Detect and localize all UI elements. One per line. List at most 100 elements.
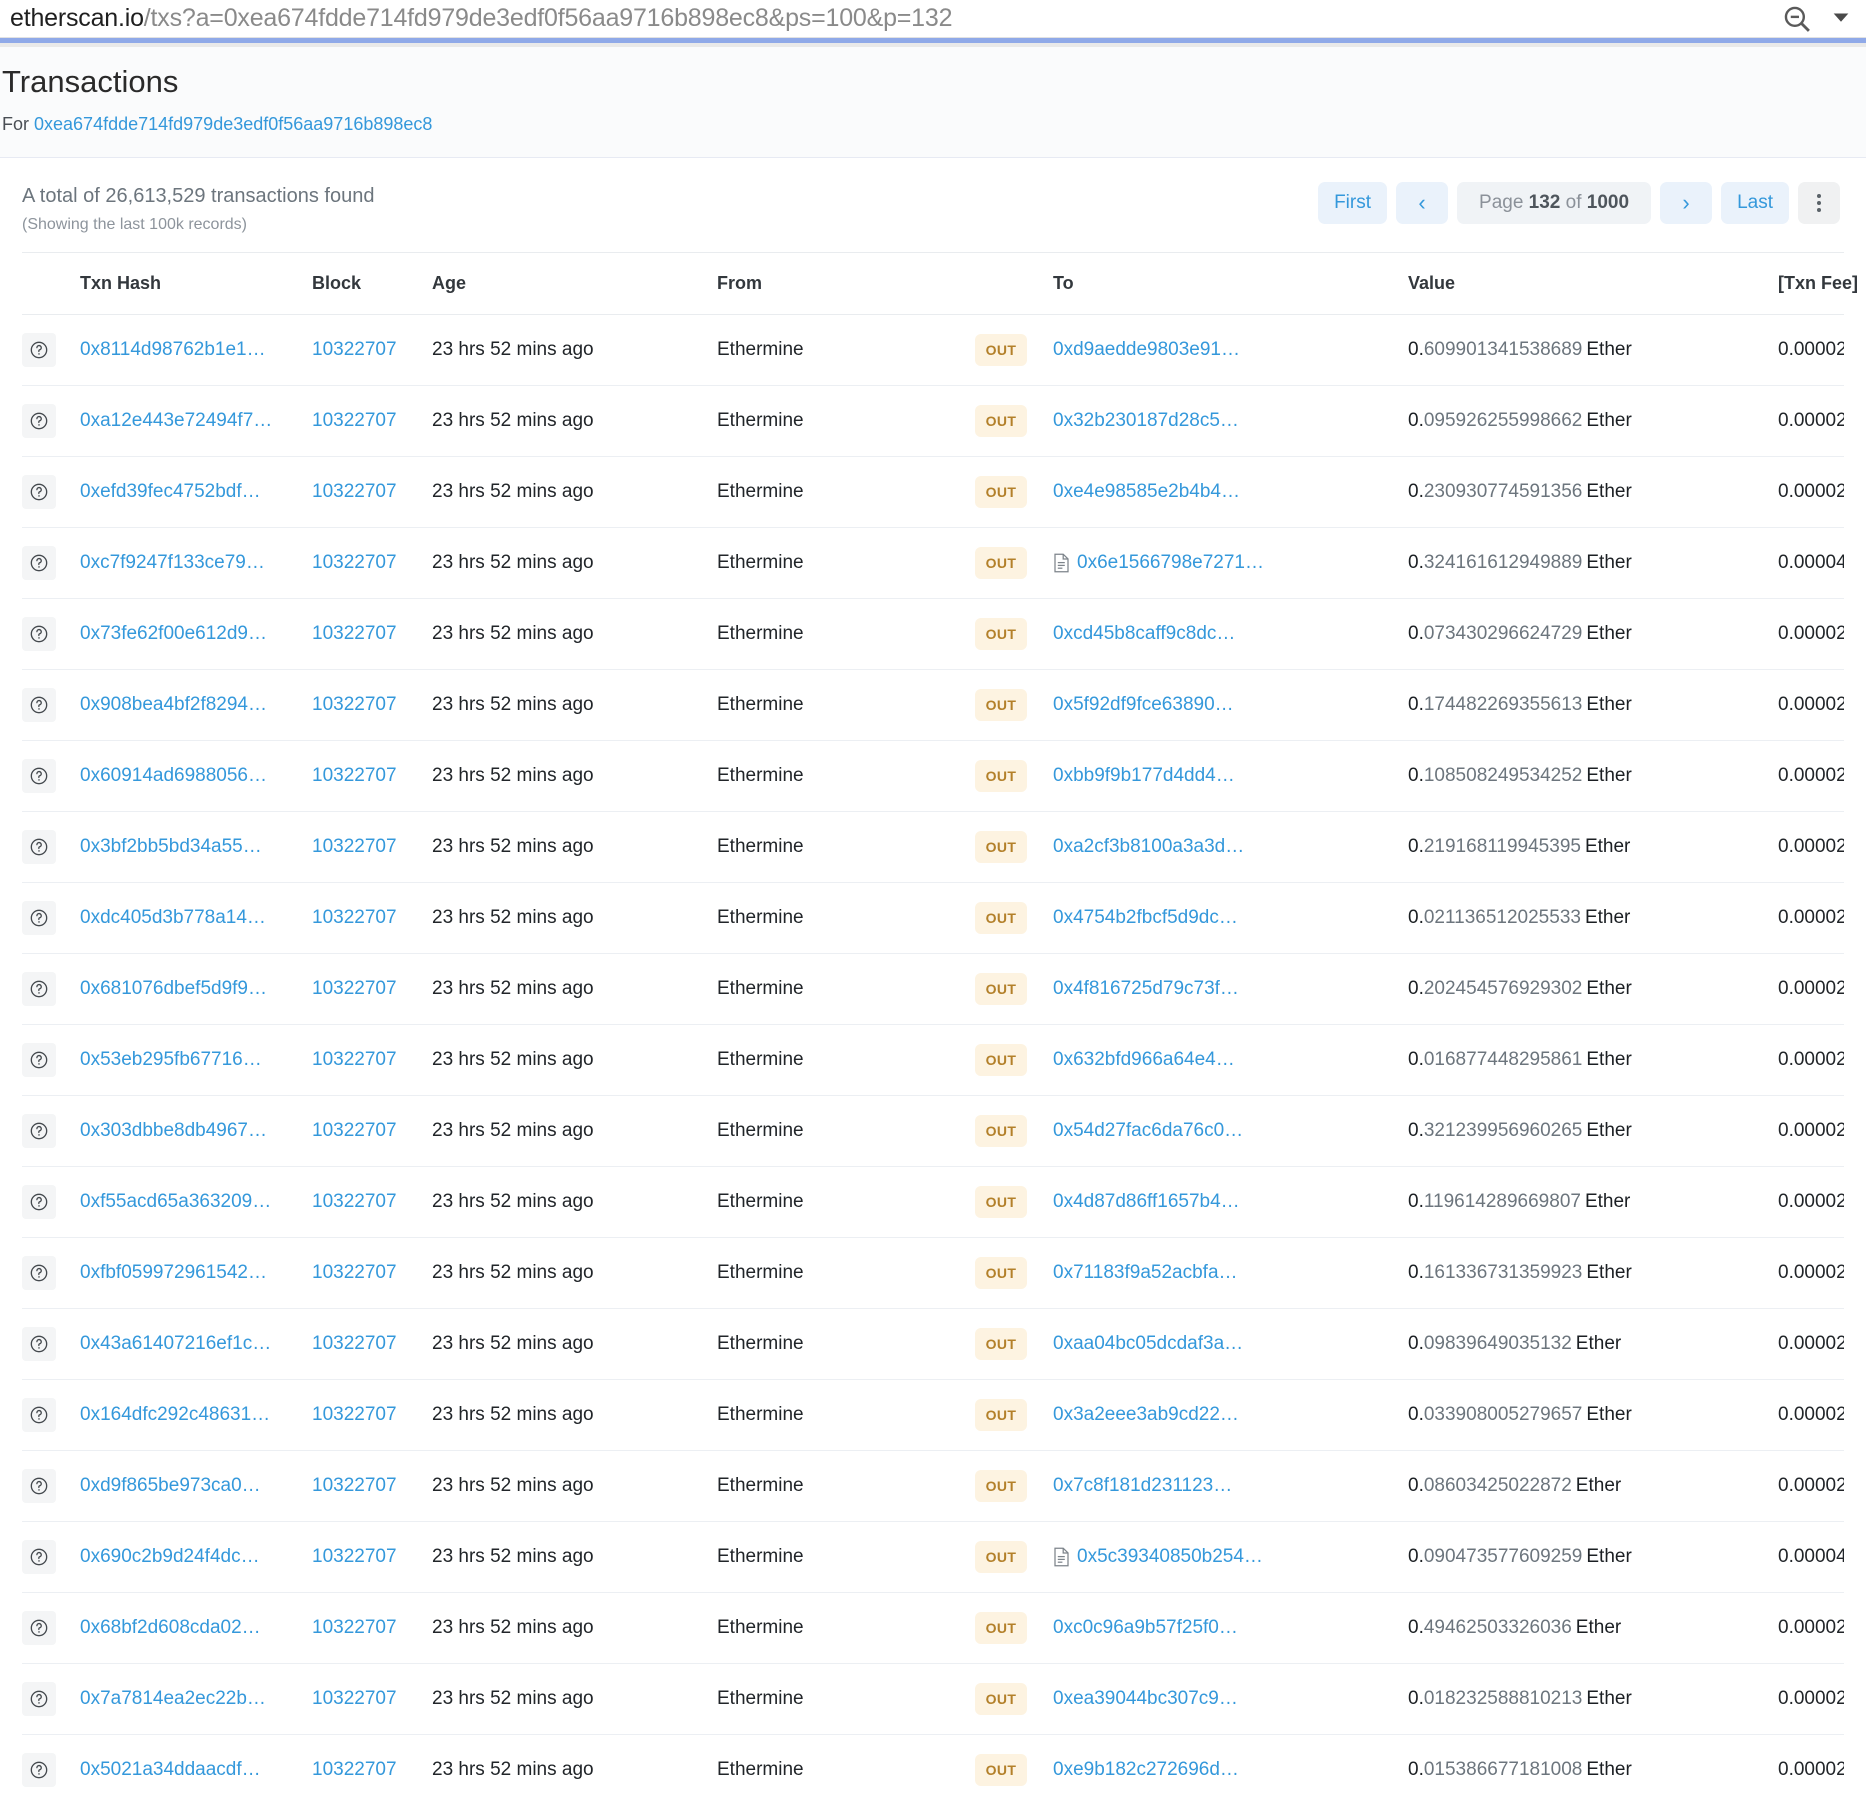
block-link[interactable]: 10322707	[312, 1546, 397, 1567]
info-icon[interactable]	[22, 616, 56, 651]
pagination-menu-button[interactable]	[1798, 181, 1840, 224]
info-icon[interactable]	[22, 403, 56, 438]
txn-hash-link[interactable]: 0x690c2b9d24f4dc…	[80, 1546, 260, 1567]
to-address-link[interactable]: 0x5c39340850b254…	[1077, 1546, 1263, 1568]
to-address-link[interactable]: 0xe4e98585e2b4b4…	[1053, 481, 1240, 503]
info-icon[interactable]	[22, 1681, 56, 1716]
to-address-link[interactable]: 0xc0c96a9b57f25f0…	[1053, 1617, 1238, 1639]
to-address-link[interactable]: 0x32b230187d28c5…	[1053, 410, 1239, 432]
block-link[interactable]: 10322707	[312, 623, 397, 644]
block-link[interactable]: 10322707	[312, 1262, 397, 1283]
to-address-link[interactable]: 0x5f92df9fce63890…	[1053, 694, 1234, 716]
txn-hash-link[interactable]: 0x73fe62f00e612d9…	[80, 623, 267, 644]
pagination-prev-button[interactable]: ‹	[1396, 181, 1449, 224]
block-link[interactable]: 10322707	[312, 410, 397, 431]
to-address-link[interactable]: 0x7c8f181d231123…	[1053, 1475, 1232, 1497]
row-txn-hash-cell: 0x681076dbef5d9f9…	[80, 953, 312, 1025]
block-link[interactable]: 10322707	[312, 1759, 397, 1780]
for-label: For	[2, 113, 29, 134]
pagination-last-button[interactable]: Last	[1721, 181, 1789, 224]
txn-hash-link[interactable]: 0xd9f865be973ca0…	[80, 1475, 261, 1496]
txn-hash-link[interactable]: 0x164dfc292c48631…	[80, 1404, 270, 1425]
to-address-link[interactable]: 0x54d27fac6da76c0…	[1053, 1120, 1243, 1142]
to-address-link[interactable]: 0x3a2eee3ab9cd22…	[1053, 1404, 1239, 1426]
txn-hash-link[interactable]: 0x303dbbe8db4967…	[80, 1120, 267, 1141]
to-address-link[interactable]: 0xea39044bc307c9…	[1053, 1688, 1238, 1710]
txn-hash-link[interactable]: 0xdc405d3b778a14…	[80, 907, 266, 928]
to-address-link[interactable]: 0xa2cf3b8100a3a3d…	[1053, 836, 1244, 858]
info-icon[interactable]	[22, 1539, 56, 1574]
url-text[interactable]: etherscan.io/txs?a=0xea674fdde714fd979de…	[10, 6, 952, 31]
info-icon[interactable]	[22, 545, 56, 580]
block-link[interactable]: 10322707	[312, 1475, 397, 1496]
to-address-link[interactable]: 0xe9b182c272696d…	[1053, 1759, 1239, 1781]
block-link[interactable]: 10322707	[312, 978, 397, 999]
block-link[interactable]: 10322707	[312, 1333, 397, 1354]
pagination-next-button[interactable]: ›	[1660, 181, 1713, 224]
block-link[interactable]: 10322707	[312, 552, 397, 573]
txn-hash-link[interactable]: 0x8114d98762b1e1…	[80, 339, 266, 360]
info-icon[interactable]	[22, 474, 56, 509]
txn-hash-link[interactable]: 0x53eb295fb67716…	[80, 1049, 262, 1070]
txn-hash-link[interactable]: 0xfbf059972961542…	[80, 1262, 267, 1283]
txn-hash-link[interactable]: 0x681076dbef5d9f9…	[80, 978, 267, 999]
info-icon[interactable]	[22, 1042, 56, 1077]
txn-hash-link[interactable]: 0x7a7814ea2ec22b…	[80, 1688, 266, 1709]
caret-down-icon[interactable]	[1830, 5, 1852, 33]
info-icon[interactable]	[22, 971, 56, 1006]
to-address-link[interactable]: 0x6e1566798e7271…	[1077, 552, 1264, 574]
txn-hash-link[interactable]: 0x60914ad6988056…	[80, 765, 267, 786]
block-link[interactable]: 10322707	[312, 694, 397, 715]
browser-url-bar[interactable]: etherscan.io/txs?a=0xea674fdde714fd979de…	[0, 0, 1866, 38]
block-link[interactable]: 10322707	[312, 1191, 397, 1212]
txn-hash-link[interactable]: 0x43a61407216ef1c…	[80, 1333, 271, 1354]
to-address-link[interactable]: 0xcd45b8caff9c8dc…	[1053, 623, 1235, 645]
info-icon[interactable]	[22, 758, 56, 793]
to-address-link[interactable]: 0x4f816725d79c73f…	[1053, 978, 1239, 1000]
info-icon[interactable]	[22, 900, 56, 935]
block-link[interactable]: 10322707	[312, 1120, 397, 1141]
to-address-link[interactable]: 0x71183f9a52acbfa…	[1053, 1262, 1238, 1284]
block-link[interactable]: 10322707	[312, 907, 397, 928]
info-icon[interactable]	[22, 1255, 56, 1290]
info-icon[interactable]	[22, 1113, 56, 1148]
info-icon[interactable]	[22, 1397, 56, 1432]
txn-hash-link[interactable]: 0xefd39fec4752bdf…	[80, 481, 261, 502]
to-address-link[interactable]: 0xaa04bc05dcdaf3a…	[1053, 1333, 1243, 1355]
info-icon[interactable]	[22, 1468, 56, 1503]
txn-hash-link[interactable]: 0x3bf2bb5bd34a55…	[80, 836, 262, 857]
block-link[interactable]: 10322707	[312, 1617, 397, 1638]
info-icon[interactable]	[22, 1326, 56, 1361]
th-age[interactable]: Age	[432, 251, 717, 315]
total-transactions-text: A total of 26,613,529 transactions found	[22, 184, 375, 207]
info-icon[interactable]	[22, 687, 56, 722]
page-header: Transactions For 0xea674fdde714fd979de3e…	[0, 47, 1866, 158]
value-unit: Ether	[1586, 409, 1632, 431]
info-icon[interactable]	[22, 1752, 56, 1787]
block-link[interactable]: 10322707	[312, 1404, 397, 1425]
info-icon[interactable]	[22, 1610, 56, 1645]
txn-hash-link[interactable]: 0x68bf2d608cda02…	[80, 1617, 261, 1638]
txn-hash-link[interactable]: 0xa12e443e72494f7…	[80, 410, 272, 431]
info-icon[interactable]	[22, 829, 56, 864]
txn-hash-link[interactable]: 0xc7f9247f133ce79…	[80, 552, 265, 573]
info-icon[interactable]	[22, 1184, 56, 1219]
txn-hash-link[interactable]: 0xf55acd65a363209…	[80, 1191, 271, 1212]
pagination-first-button[interactable]: First	[1318, 181, 1388, 224]
info-icon[interactable]	[22, 332, 56, 367]
to-address-link[interactable]: 0xd9aedde9803e91…	[1053, 339, 1240, 361]
to-address-link[interactable]: 0x4754b2fbcf5d9dc…	[1053, 907, 1238, 929]
block-link[interactable]: 10322707	[312, 1049, 397, 1070]
to-address-link[interactable]: 0x632bfd966a64e4…	[1053, 1049, 1235, 1071]
block-link[interactable]: 10322707	[312, 1688, 397, 1709]
to-address-link[interactable]: 0x4d87d86ff1657b4…	[1053, 1191, 1240, 1213]
block-link[interactable]: 10322707	[312, 765, 397, 786]
txn-hash-link[interactable]: 0x5021a34ddaacdf…	[80, 1759, 261, 1780]
zoom-out-icon[interactable]	[1780, 2, 1814, 36]
to-address-link[interactable]: 0xbb9f9b177d4dd4…	[1053, 765, 1235, 787]
address-link[interactable]: 0xea674fdde714fd979de3edf0f56aa9716b898e…	[34, 114, 432, 134]
block-link[interactable]: 10322707	[312, 481, 397, 502]
txn-hash-link[interactable]: 0x908bea4bf2f8294…	[80, 694, 267, 715]
block-link[interactable]: 10322707	[312, 836, 397, 857]
block-link[interactable]: 10322707	[312, 339, 397, 360]
